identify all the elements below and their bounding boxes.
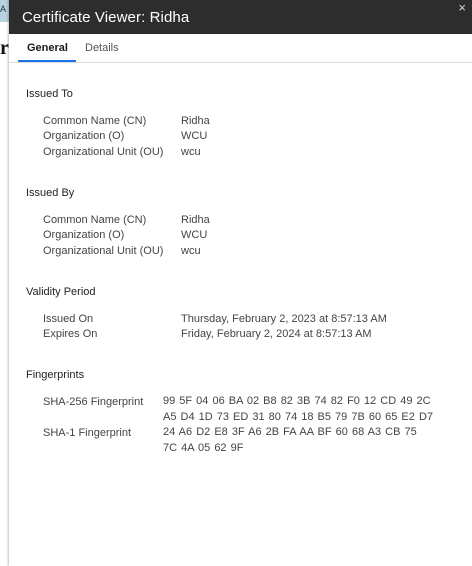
background-text-fragment: r: [0, 37, 9, 59]
expires-on-label: Expires On: [43, 328, 98, 340]
background-label: A: [0, 4, 7, 14]
issued-to-ou-value: wcu: [181, 146, 201, 158]
section-title-issued-to: Issued To: [26, 88, 73, 100]
issued-to-cn-value: Ridha: [181, 115, 210, 127]
tab-bar: General Details: [9, 34, 472, 63]
sha1-fingerprint-value: 24 A6 D2 E8 3F A6 2B FA AA BF 60 68 A3 C…: [163, 426, 417, 454]
background-window-edge: A: [0, 0, 9, 22]
sha256-fingerprint-label: SHA-256 Fingerprint: [43, 396, 144, 408]
expires-on-value: Friday, February 2, 2024 at 8:57:13 AM: [181, 328, 372, 340]
title-bar: Certificate Viewer: Ridha ×: [9, 0, 472, 34]
issued-to-cn-label: Common Name (CN): [43, 115, 147, 127]
section-title-fingerprints: Fingerprints: [26, 369, 85, 381]
issued-to-org-label: Organization (O): [43, 130, 125, 142]
issued-by-ou-label: Organizational Unit (OU): [43, 245, 164, 257]
issued-by-cn-label: Common Name (CN): [43, 214, 147, 226]
sha1-fingerprint-label: SHA-1 Fingerprint: [43, 427, 132, 439]
issued-by-org-label: Organization (O): [43, 229, 125, 241]
section-title-validity-period: Validity Period: [26, 286, 96, 298]
issued-on-label: Issued On: [43, 313, 94, 325]
tab-general[interactable]: General: [27, 41, 68, 55]
close-icon[interactable]: ×: [458, 0, 466, 16]
issued-on-value: Thursday, February 2, 2023 at 8:57:13 AM: [181, 313, 387, 325]
issued-to-org-value: WCU: [181, 130, 208, 142]
section-title-issued-by: Issued By: [26, 187, 75, 199]
sha256-fingerprint-value: 99 5F 04 06 BA 02 B8 82 3B 74 82 F0 12 C…: [163, 395, 434, 423]
issued-to-ou-label: Organizational Unit (OU): [43, 146, 164, 158]
window-title: Certificate Viewer: Ridha: [22, 9, 190, 26]
issued-by-org-value: WCU: [181, 229, 208, 241]
active-tab-indicator: [18, 60, 76, 62]
issued-by-cn-value: Ridha: [181, 214, 210, 226]
issued-by-ou-value: wcu: [181, 245, 201, 257]
tab-details[interactable]: Details: [85, 41, 119, 55]
certificate-viewer-dialog: Certificate Viewer: Ridha × General Deta…: [9, 0, 472, 566]
